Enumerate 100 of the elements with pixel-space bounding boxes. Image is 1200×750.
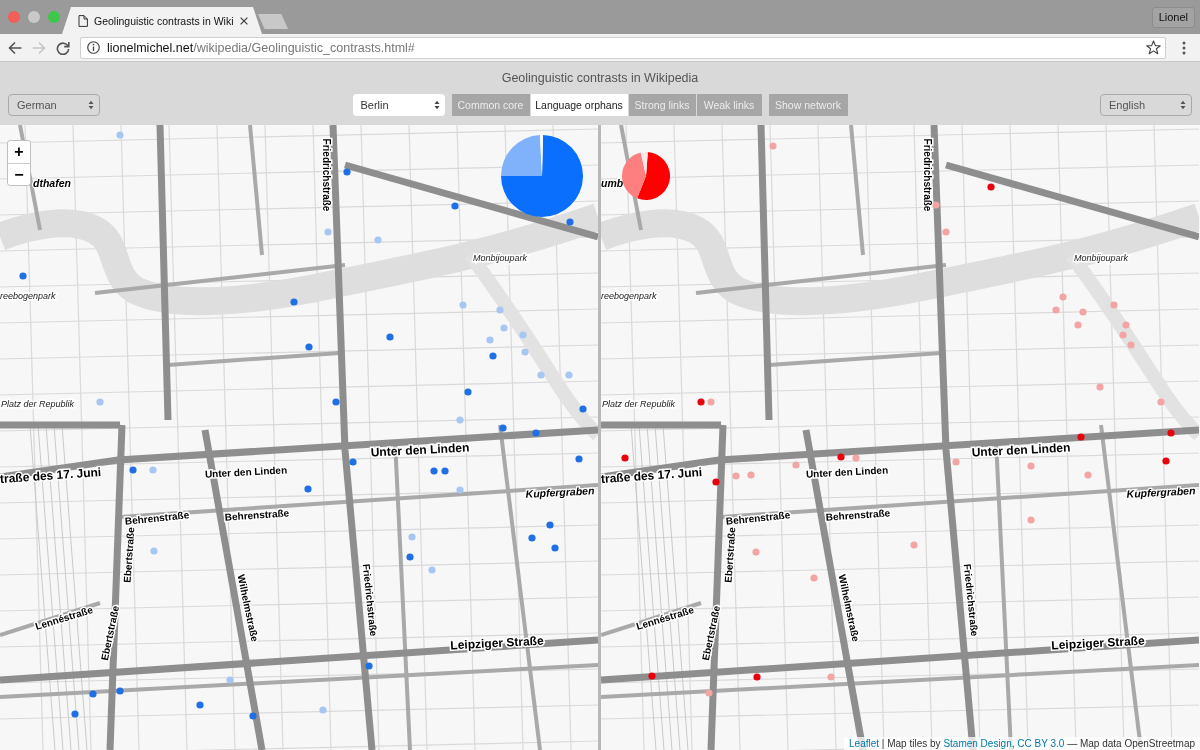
city-select[interactable]: Berlin (352, 94, 445, 116)
marker-dot-icon[interactable] (196, 701, 204, 709)
marker-dot-icon[interactable] (129, 466, 137, 474)
window-close-icon[interactable] (8, 11, 20, 23)
marker-dot-icon[interactable] (1084, 471, 1092, 479)
marker-dot-icon[interactable] (521, 348, 529, 356)
marker-dot-icon[interactable] (732, 472, 740, 480)
marker-dot-icon[interactable] (1074, 321, 1082, 329)
close-icon[interactable] (240, 16, 248, 25)
marker-dot-icon[interactable] (747, 471, 755, 479)
marker-dot-icon[interactable] (332, 398, 340, 406)
marker-dot-icon[interactable] (1059, 293, 1067, 301)
marker-dot-icon[interactable] (1127, 341, 1135, 349)
marker-dot-icon[interactable] (406, 553, 414, 561)
marker-dot-icon[interactable] (451, 202, 459, 210)
marker-dot-icon[interactable] (496, 306, 504, 314)
marker-dot-icon[interactable] (932, 201, 940, 209)
marker-dot-icon[interactable] (96, 398, 104, 406)
marker-dot-icon[interactable] (304, 485, 312, 493)
address-bar[interactable]: lionelmichel.net/wikipedia/Geolinguistic_contrasts.html# (80, 36, 1166, 59)
marker-dot-icon[interactable] (1110, 301, 1118, 309)
marker-dot-icon[interactable] (89, 690, 97, 698)
mode-tab[interactable]: Language orphans (530, 94, 628, 116)
marker-dot-icon[interactable] (792, 461, 800, 469)
marker-dot-icon[interactable] (343, 168, 351, 176)
zoom-out-button[interactable]: − (8, 163, 30, 185)
marker-dot-icon[interactable] (575, 455, 583, 463)
reload-icon[interactable] (56, 40, 70, 55)
marker-dot-icon[interactable] (486, 336, 494, 344)
marker-dot-icon[interactable] (319, 706, 327, 714)
marker-dot-icon[interactable] (290, 298, 298, 306)
language-select[interactable]: English (1100, 94, 1192, 116)
marker-dot-icon[interactable] (987, 183, 995, 191)
marker-dot-icon[interactable] (1079, 308, 1087, 316)
marker-dot-icon[interactable] (753, 673, 761, 681)
marker-dot-icon[interactable] (551, 544, 559, 552)
marker-dot-icon[interactable] (752, 548, 760, 556)
marker-dot-icon[interactable] (546, 521, 554, 529)
marker-dot-icon[interactable] (532, 429, 540, 437)
attribution-link[interactable]: Leaflet (849, 738, 880, 749)
attribution-link[interactable]: Stamen Design (943, 738, 1012, 749)
marker-dot-icon[interactable] (852, 454, 860, 462)
marker-dot-icon[interactable] (374, 236, 382, 244)
marker-dot-icon[interactable] (249, 712, 257, 720)
marker-dot-icon[interactable] (324, 228, 332, 236)
marker-dot-icon[interactable] (712, 478, 720, 486)
marker-dot-icon[interactable] (1167, 429, 1175, 437)
marker-dot-icon[interactable] (528, 534, 536, 542)
marker-dot-icon[interactable] (1119, 331, 1127, 339)
language-select[interactable]: German (8, 94, 100, 116)
marker-dot-icon[interactable] (1157, 398, 1165, 406)
marker-dot-icon[interactable] (459, 301, 467, 309)
marker-dot-icon[interactable] (952, 458, 960, 466)
marker-dot-icon[interactable] (707, 398, 715, 406)
forward-arrow-icon[interactable] (32, 40, 46, 55)
marker-dot-icon[interactable] (428, 566, 436, 574)
marker-dot-icon[interactable] (408, 533, 416, 541)
marker-dot-icon[interactable] (456, 416, 464, 424)
marker-dot-icon[interactable] (910, 541, 918, 549)
marker-dot-icon[interactable] (519, 331, 527, 339)
attribution-link[interactable]: CC BY 3.0 (1017, 738, 1065, 749)
marker-dot-icon[interactable] (621, 454, 629, 462)
window-minimize-icon[interactable] (28, 11, 40, 23)
marker-dot-icon[interactable] (697, 398, 705, 406)
marker-dot-icon[interactable] (150, 547, 158, 555)
marker-dot-icon[interactable] (827, 673, 835, 681)
marker-dot-icon[interactable] (71, 710, 79, 718)
marker-dot-icon[interactable] (499, 424, 507, 432)
marker-dot-icon[interactable] (456, 486, 464, 494)
marker-dot-icon[interactable] (1096, 383, 1104, 391)
marker-dot-icon[interactable] (349, 458, 357, 466)
marker-dot-icon[interactable] (1162, 457, 1170, 465)
marker-dot-icon[interactable] (1027, 516, 1035, 524)
marker-dot-icon[interactable] (1077, 433, 1085, 441)
new-tab-button[interactable] (258, 14, 288, 29)
marker-dot-icon[interactable] (1027, 462, 1035, 470)
marker-dot-icon[interactable] (226, 676, 234, 684)
marker-dot-icon[interactable] (116, 687, 124, 695)
marker-dot-icon[interactable] (116, 131, 124, 139)
marker-dot-icon[interactable] (365, 662, 373, 670)
marker-dot-icon[interactable] (1052, 306, 1060, 314)
marker-dot-icon[interactable] (810, 574, 818, 582)
marker-dot-icon[interactable] (837, 453, 845, 461)
marker-dot-icon[interactable] (648, 672, 656, 680)
marker-dot-icon[interactable] (386, 333, 394, 341)
marker-dot-icon[interactable] (305, 343, 313, 351)
profile-button[interactable]: Lionel (1151, 6, 1195, 28)
marker-dot-icon[interactable] (579, 405, 587, 413)
marker-dot-icon[interactable] (705, 689, 713, 697)
marker-dot-icon[interactable] (489, 352, 497, 360)
marker-dot-icon[interactable] (565, 371, 573, 379)
marker-dot-icon[interactable] (430, 467, 438, 475)
marker-dot-icon[interactable] (942, 228, 950, 236)
marker-dot-icon[interactable] (441, 467, 449, 475)
marker-dot-icon[interactable] (500, 324, 508, 332)
browser-tab[interactable]: Geolinguistic contrasts in Wiki (62, 7, 262, 34)
window-zoom-icon[interactable] (48, 11, 60, 23)
marker-dot-icon[interactable] (769, 142, 777, 150)
marker-dot-icon[interactable] (566, 218, 574, 226)
more-menu-icon[interactable] (1182, 40, 1186, 55)
